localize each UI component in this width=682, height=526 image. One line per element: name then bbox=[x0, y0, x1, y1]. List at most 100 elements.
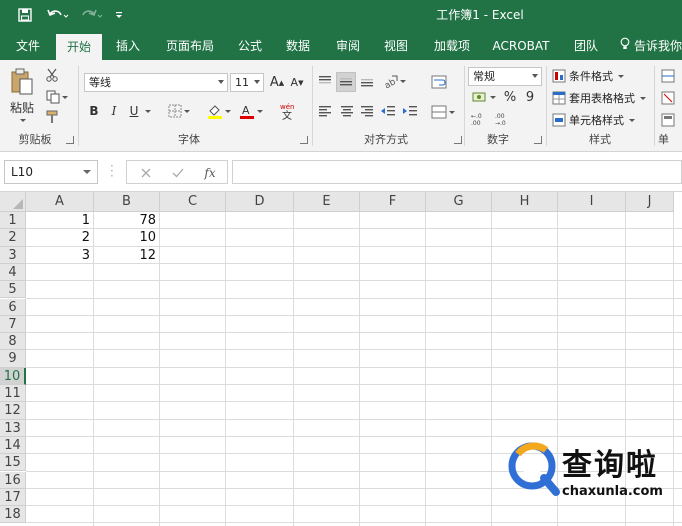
align-top-icon[interactable] bbox=[316, 72, 334, 90]
row-header-5[interactable]: 5 bbox=[0, 281, 26, 299]
undo-icon[interactable] bbox=[44, 4, 72, 26]
tab-review[interactable]: 审阅 bbox=[326, 32, 370, 60]
font-color-icon[interactable]: A bbox=[236, 102, 266, 120]
row-header-11[interactable]: 11 bbox=[0, 385, 26, 403]
redo-icon[interactable] bbox=[78, 4, 106, 26]
tab-formulas[interactable]: 公式 bbox=[228, 32, 272, 60]
column-header-a[interactable]: A bbox=[26, 192, 94, 212]
underline-dropdown-icon[interactable] bbox=[142, 102, 152, 120]
insert-function-button[interactable]: fx bbox=[201, 165, 219, 181]
column-header-b[interactable]: B bbox=[94, 192, 160, 212]
row-header-9[interactable]: 9 bbox=[0, 350, 26, 368]
save-icon[interactable] bbox=[14, 4, 36, 26]
cell-b3[interactable]: 12 bbox=[94, 247, 160, 264]
comma-style-button[interactable]: 9 bbox=[522, 88, 538, 106]
column-header-f[interactable]: F bbox=[360, 192, 426, 212]
name-box-dropdown-icon[interactable] bbox=[83, 170, 91, 174]
paste-button[interactable]: 粘贴 bbox=[6, 64, 38, 124]
format-as-table-button[interactable]: 套用表格格式 bbox=[552, 90, 646, 106]
increase-decimal-icon[interactable]: ←.0.00 bbox=[470, 110, 490, 128]
column-header-e[interactable]: E bbox=[294, 192, 360, 212]
column-header-c[interactable]: C bbox=[160, 192, 226, 212]
row-header-18[interactable]: 18 bbox=[0, 506, 26, 524]
column-header-g[interactable]: G bbox=[426, 192, 492, 212]
row-header-6[interactable]: 6 bbox=[0, 298, 26, 316]
column-header-d[interactable]: D bbox=[226, 192, 294, 212]
column-header-i[interactable]: I bbox=[558, 192, 626, 212]
tab-addins[interactable]: 加载项 bbox=[424, 32, 480, 60]
cancel-entry-icon[interactable] bbox=[137, 165, 155, 181]
tab-file[interactable]: 文件 bbox=[4, 32, 52, 60]
row-header-2[interactable]: 2 bbox=[0, 229, 26, 247]
name-box[interactable]: L10 bbox=[4, 160, 98, 184]
tab-team[interactable]: 团队 bbox=[564, 32, 608, 60]
italic-button[interactable]: I bbox=[106, 102, 122, 120]
tell-me-box[interactable]: 告诉我你 bbox=[620, 32, 682, 60]
font-launcher-icon[interactable] bbox=[300, 136, 308, 144]
cell-a1[interactable]: 1 bbox=[26, 212, 94, 229]
confirm-entry-icon[interactable] bbox=[169, 165, 187, 181]
cell-b1[interactable]: 78 bbox=[94, 212, 160, 229]
select-all-corner[interactable] bbox=[0, 192, 26, 212]
conditional-formatting-button[interactable]: 条件格式 bbox=[552, 68, 624, 84]
increase-font-icon[interactable]: A ▲ bbox=[268, 73, 286, 92]
font-size-select[interactable]: 11 bbox=[230, 73, 264, 92]
formula-bar-grip-icon[interactable]: · · · bbox=[110, 160, 114, 182]
row-header-1[interactable]: 1 bbox=[0, 212, 26, 230]
tab-insert[interactable]: 插入 bbox=[106, 32, 150, 60]
row-header-4[interactable]: 4 bbox=[0, 263, 26, 282]
phonetic-guide-icon[interactable]: wén 文 bbox=[274, 100, 304, 122]
insert-cells-icon[interactable] bbox=[660, 68, 676, 84]
tab-page-layout[interactable]: 页面布局 bbox=[158, 32, 222, 60]
align-middle-icon[interactable] bbox=[336, 72, 356, 92]
tab-acrobat[interactable]: ACROBAT bbox=[488, 32, 554, 60]
column-header-j[interactable]: J bbox=[626, 192, 674, 212]
cell-styles-button[interactable]: 单元格样式 bbox=[552, 112, 635, 128]
alignment-launcher-icon[interactable] bbox=[454, 136, 462, 144]
row-header-3[interactable]: 3 bbox=[0, 246, 26, 264]
row-header-7[interactable]: 7 bbox=[0, 315, 26, 334]
tab-view[interactable]: 视图 bbox=[374, 32, 418, 60]
row-header-12[interactable]: 12 bbox=[0, 402, 26, 420]
underline-button[interactable]: U bbox=[126, 102, 142, 120]
decrease-decimal-icon[interactable]: .00 →.0 bbox=[494, 110, 514, 128]
wrap-text-icon[interactable] bbox=[428, 72, 450, 92]
cell-a3[interactable]: 3 bbox=[26, 247, 94, 264]
bold-button[interactable]: B bbox=[86, 102, 102, 120]
row-header-17[interactable]: 17 bbox=[0, 488, 26, 507]
cell-b2[interactable]: 10 bbox=[94, 229, 160, 246]
delete-cells-icon[interactable] bbox=[660, 90, 676, 106]
increase-indent-icon[interactable] bbox=[400, 102, 420, 120]
number-launcher-icon[interactable] bbox=[534, 136, 542, 144]
font-name-select[interactable]: 等线 bbox=[84, 73, 228, 92]
clipboard-launcher-icon[interactable] bbox=[66, 136, 74, 144]
row-header-15[interactable]: 15 bbox=[0, 454, 26, 472]
row-header-14[interactable]: 14 bbox=[0, 436, 26, 455]
merge-center-icon[interactable] bbox=[428, 102, 458, 122]
customize-qat-icon[interactable] bbox=[112, 4, 126, 26]
row-header-13[interactable]: 13 bbox=[0, 419, 26, 437]
row-header-8[interactable]: 8 bbox=[0, 333, 26, 351]
copy-icon[interactable] bbox=[42, 88, 72, 106]
row-header-16[interactable]: 16 bbox=[0, 471, 26, 489]
decrease-font-icon[interactable]: A ▼ bbox=[288, 73, 306, 92]
tab-data[interactable]: 数据 bbox=[276, 32, 320, 60]
cut-icon[interactable] bbox=[42, 66, 62, 84]
align-right-icon[interactable] bbox=[358, 102, 376, 120]
row-header-10[interactable]: 10 bbox=[0, 367, 26, 385]
borders-icon[interactable] bbox=[164, 102, 194, 120]
orientation-icon[interactable]: ab bbox=[380, 72, 408, 90]
cell-a2[interactable]: 2 bbox=[26, 229, 94, 246]
formula-input[interactable] bbox=[232, 160, 682, 184]
decrease-indent-icon[interactable] bbox=[378, 102, 398, 120]
number-format-select[interactable]: 常规 bbox=[468, 67, 542, 86]
align-bottom-icon[interactable] bbox=[358, 72, 376, 90]
format-painter-icon[interactable] bbox=[42, 108, 62, 126]
align-center-icon[interactable] bbox=[338, 102, 356, 120]
accounting-format-icon[interactable] bbox=[470, 88, 498, 106]
column-header-h[interactable]: H bbox=[492, 192, 558, 212]
tab-home[interactable]: 开始 bbox=[56, 34, 102, 60]
align-left-icon[interactable] bbox=[316, 102, 334, 120]
percent-style-button[interactable]: % bbox=[502, 88, 518, 106]
format-cells-icon[interactable] bbox=[660, 112, 676, 128]
